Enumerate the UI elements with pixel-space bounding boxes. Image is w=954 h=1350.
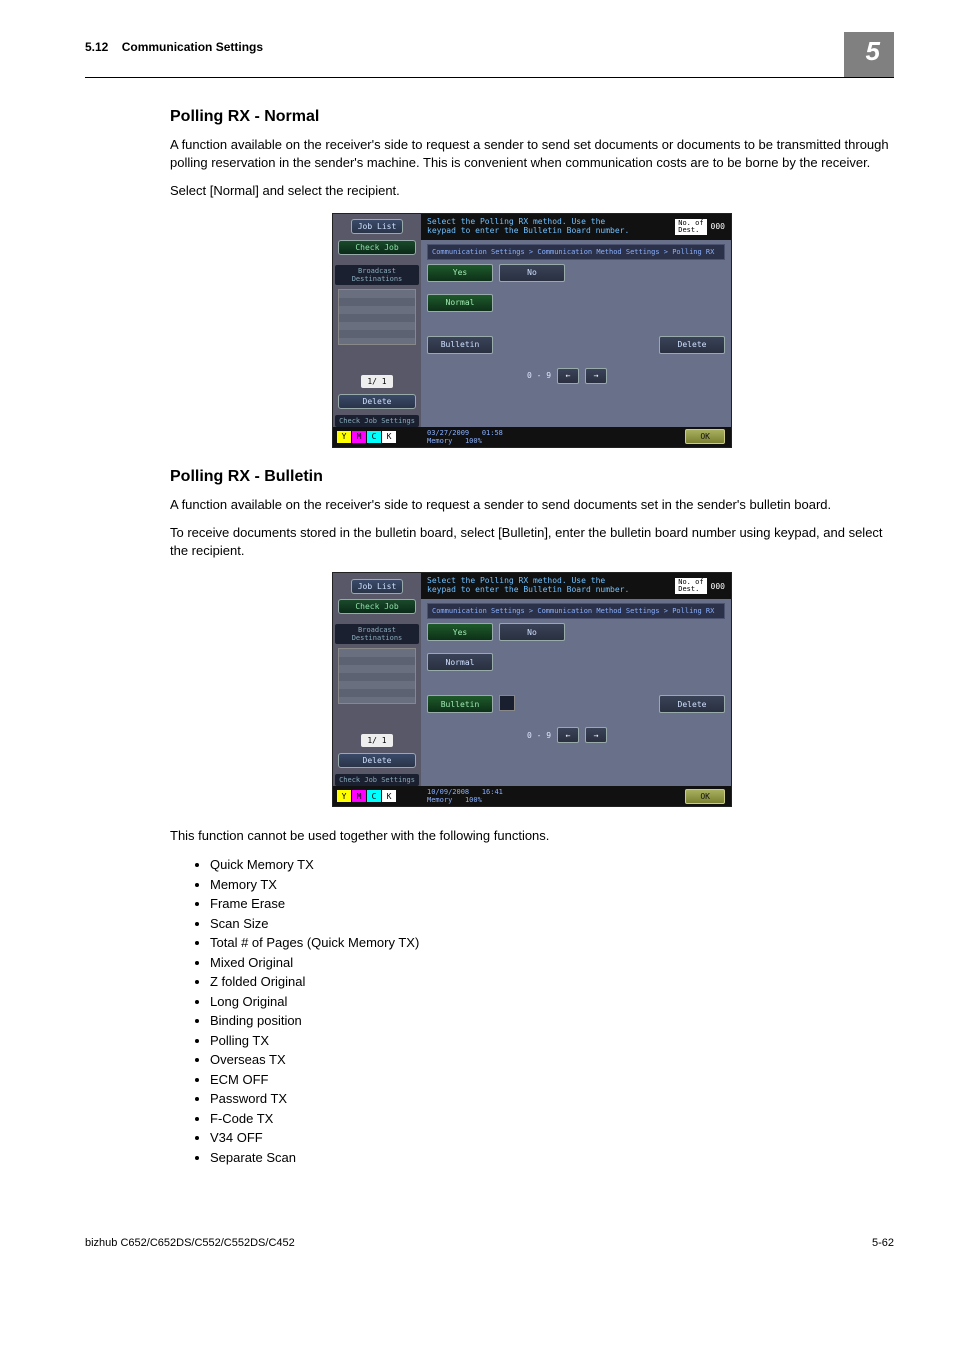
status-date: 03/27/2009 [427,429,469,437]
limitations-list: Quick Memory TX Memory TX Frame Erase Sc… [170,855,894,1167]
page-indicator: 1/ 1 [361,375,392,388]
list-item: Z folded Original [210,972,894,992]
header-section-no: 5.12 [85,40,108,54]
list-item: Mixed Original [210,953,894,973]
toner-indicator: YMCK [333,431,421,443]
normal-button[interactable]: Normal [427,653,493,671]
status-memory-pct: 100% [465,437,482,445]
list-item: Separate Scan [210,1148,894,1168]
prompt-text: Select the Polling RX method. Use the ke… [427,218,629,236]
dest-list [338,648,416,704]
device-screenshot-bulletin: Job List Select the Polling RX method. U… [332,572,732,807]
list-item: V34 OFF [210,1128,894,1148]
arrow-left-icon[interactable]: ← [557,368,579,384]
status-time: 01:58 [482,429,503,437]
check-job-button[interactable]: Check Job [338,240,416,255]
bulletin-button[interactable]: Bulletin [427,336,493,354]
page-header: 5.12 Communication Settings 5 [85,40,894,78]
sec2-p2: To receive documents stored in the bulle… [170,524,894,560]
chapter-badge: 5 [844,32,894,77]
no-button[interactable]: No [499,623,565,641]
ok-button[interactable]: OK [685,429,725,444]
breadcrumb: Communication Settings > Communication M… [427,244,725,260]
broadcast-label: Broadcast Destinations [335,265,419,285]
footer-model: bizhub C652/C652DS/C552/C552DS/C452 [85,1237,295,1249]
status-memory: Memory [427,437,452,445]
limitations-intro: This function cannot be used together wi… [170,827,894,845]
no-button[interactable]: No [499,264,565,282]
ok-button[interactable]: OK [685,789,725,804]
list-item: F-Code TX [210,1109,894,1129]
list-item: Long Original [210,992,894,1012]
list-item: Total # of Pages (Quick Memory TX) [210,933,894,953]
prompt-text: Select the Polling RX method. Use the ke… [427,577,629,595]
status-memory: Memory [427,796,452,804]
check-job-settings-button[interactable]: Check Job Settings [335,415,419,427]
normal-button[interactable]: Normal [427,294,493,312]
dest-label: No. of Dest. [675,578,706,594]
status-date: 10/09/2008 [427,788,469,796]
bulletin-number-input[interactable] [499,695,515,711]
side-delete-button[interactable]: Delete [338,394,416,409]
list-item: Overseas TX [210,1050,894,1070]
header-section: 5.12 Communication Settings [85,40,263,58]
status-memory-pct: 100% [465,796,482,804]
job-list-button[interactable]: Job List [351,219,404,234]
device-screenshot-normal: Job List Select the Polling RX method. U… [332,213,732,448]
delete-button[interactable]: Delete [659,336,725,354]
side-delete-button[interactable]: Delete [338,753,416,768]
list-item: Memory TX [210,875,894,895]
list-item: Frame Erase [210,894,894,914]
delete-button[interactable]: Delete [659,695,725,713]
sec1-p2: Select [Normal] and select the recipient… [170,182,894,200]
page-indicator: 1/ 1 [361,734,392,747]
broadcast-label: Broadcast Destinations [335,624,419,644]
list-item: Scan Size [210,914,894,934]
page-footer: bizhub C652/C652DS/C552/C552DS/C452 5-62 [0,1237,954,1249]
polling-rx-normal-title: Polling RX - Normal [170,108,894,126]
footer-page: 5-62 [872,1237,894,1249]
bulletin-button[interactable]: Bulletin [427,695,493,713]
list-item: Password TX [210,1089,894,1109]
range-label: 0 - 9 [527,371,551,380]
list-item: Quick Memory TX [210,855,894,875]
sec1-p1: A function available on the receiver's s… [170,136,894,172]
list-item: Polling TX [210,1031,894,1051]
list-item: ECM OFF [210,1070,894,1090]
polling-rx-bulletin-title: Polling RX - Bulletin [170,468,894,486]
sec2-p1: A function available on the receiver's s… [170,496,894,514]
check-job-button[interactable]: Check Job [338,599,416,614]
breadcrumb: Communication Settings > Communication M… [427,603,725,619]
status-time: 16:41 [482,788,503,796]
toner-indicator: YMCK [333,790,421,802]
dest-list [338,289,416,345]
yes-button[interactable]: Yes [427,264,493,282]
dest-count: 000 [711,222,725,231]
header-section-title: Communication Settings [122,40,263,54]
yes-button[interactable]: Yes [427,623,493,641]
arrow-left-icon[interactable]: ← [557,727,579,743]
dest-count: 000 [711,582,725,591]
check-job-settings-button[interactable]: Check Job Settings [335,774,419,786]
dest-label: No. of Dest. [675,219,706,235]
arrow-right-icon[interactable]: → [585,368,607,384]
range-label: 0 - 9 [527,731,551,740]
list-item: Binding position [210,1011,894,1031]
arrow-right-icon[interactable]: → [585,727,607,743]
job-list-button[interactable]: Job List [351,579,404,594]
